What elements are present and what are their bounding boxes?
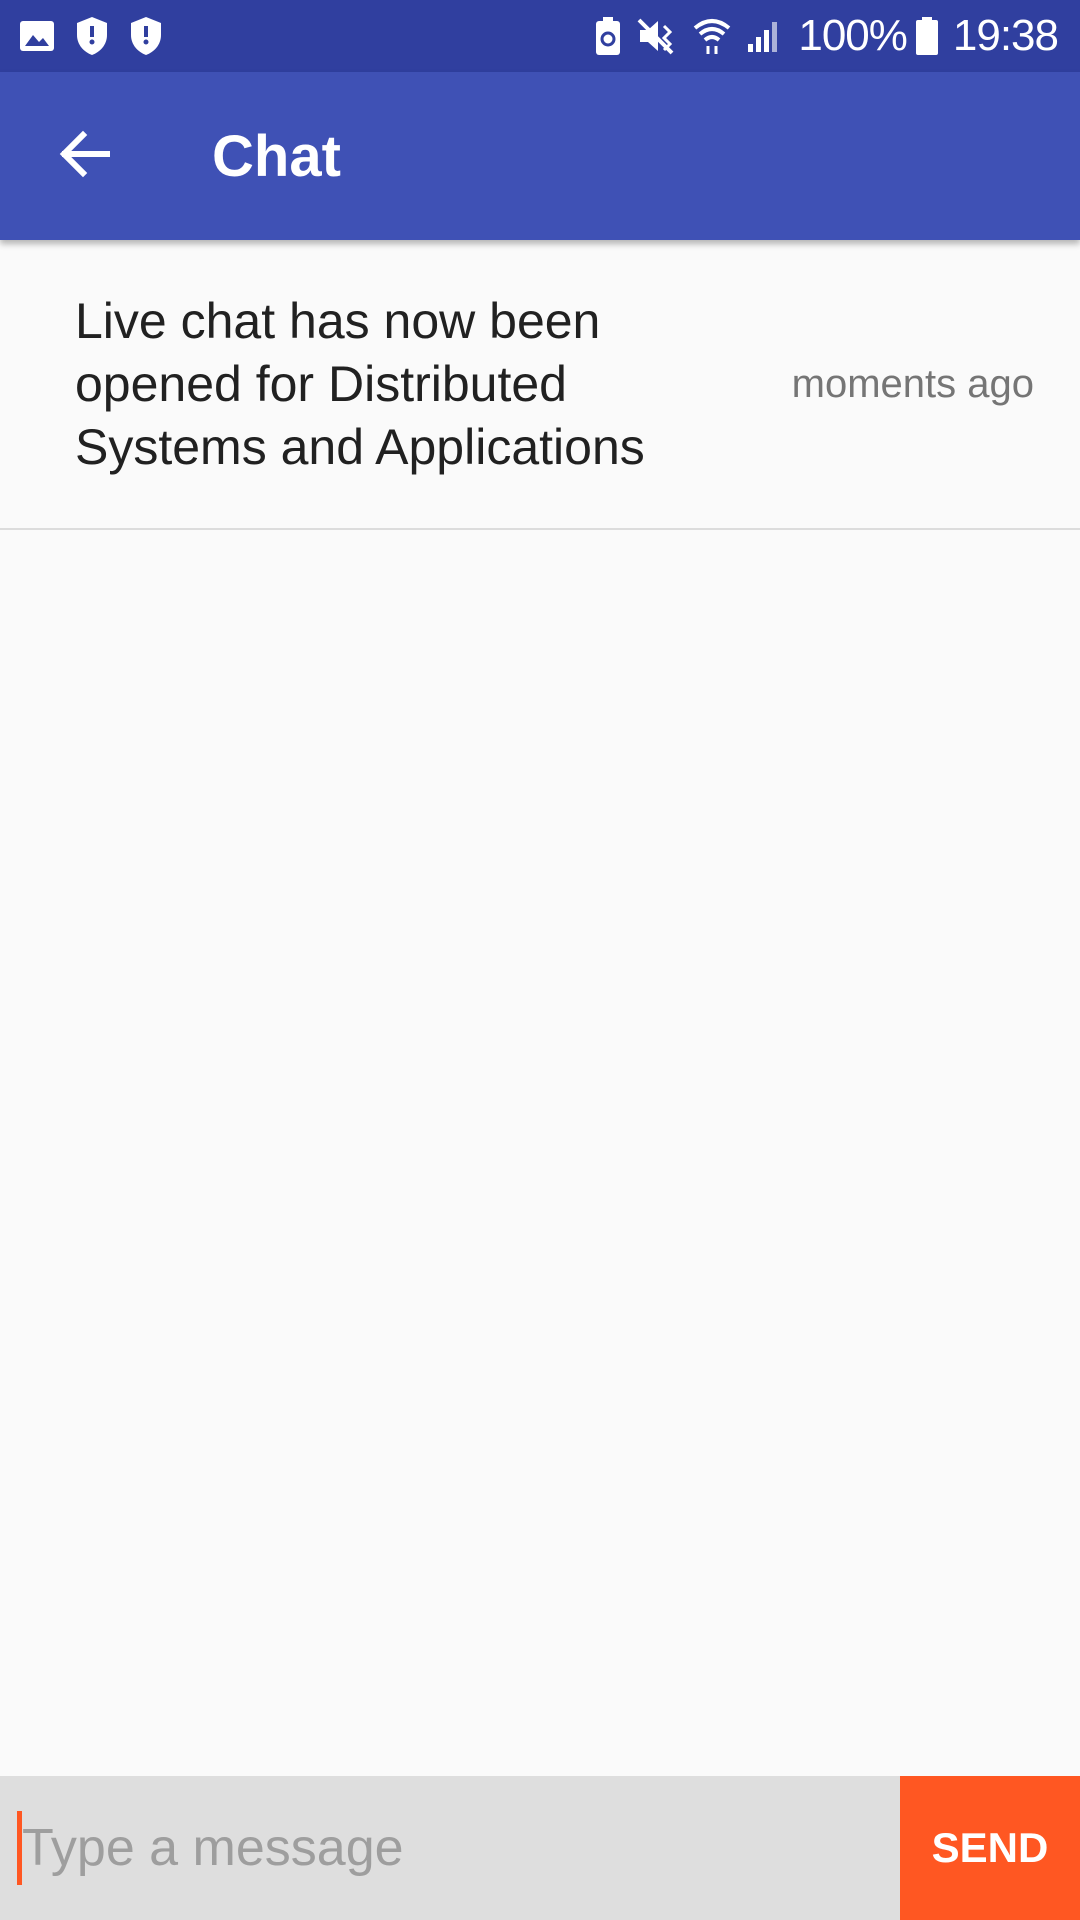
message-timestamp: moments ago	[791, 361, 1034, 406]
app-bar: Chat	[0, 72, 1080, 240]
battery-icon	[915, 16, 939, 56]
wifi-icon	[692, 16, 732, 56]
text-cursor	[17, 1811, 22, 1885]
page-title: Chat	[212, 123, 341, 189]
message-text: Live chat has now been opened for Distri…	[75, 292, 645, 475]
mute-vibrate-icon	[636, 16, 678, 56]
status-right-icons: 100% 19:38	[580, 11, 1059, 61]
status-bar: 100% 19:38	[0, 0, 1080, 72]
arrow-back-icon	[57, 129, 111, 184]
clock: 19:38	[952, 11, 1059, 60]
shield-icon	[74, 15, 110, 57]
shield-icon	[128, 15, 164, 57]
battery-percentage: 100%	[798, 11, 908, 60]
message-input[interactable]	[0, 1776, 900, 1920]
status-left-icons	[18, 15, 182, 57]
gallery-icon	[18, 18, 56, 54]
back-button[interactable]	[36, 108, 132, 204]
list-item: Live chat has now been opened for Distri…	[0, 240, 1080, 530]
send-button[interactable]: SEND	[900, 1776, 1080, 1920]
message-composer: SEND	[0, 1776, 1080, 1920]
signal-icon	[746, 18, 784, 54]
battery-saver-icon	[594, 16, 622, 56]
